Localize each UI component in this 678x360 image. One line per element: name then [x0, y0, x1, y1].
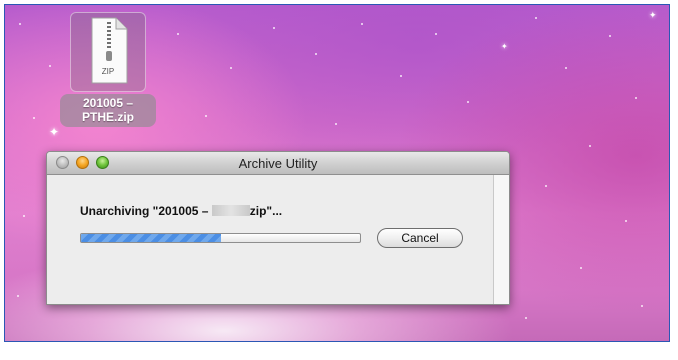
star	[230, 67, 232, 69]
zip-file-name[interactable]: 201005 – PTHE.zip	[60, 94, 156, 127]
sparkle: ✦	[49, 125, 60, 139]
window-side-strip	[493, 175, 509, 304]
star	[205, 115, 207, 117]
desktop: ✦ ✦ ✦ ZIP 201005 – PTHE.zip Archive Util…	[4, 4, 670, 342]
star	[315, 53, 317, 55]
star	[435, 33, 437, 35]
status-suffix: zip"...	[249, 204, 283, 218]
star	[625, 220, 627, 222]
star	[19, 23, 21, 25]
star	[177, 33, 179, 35]
star	[467, 101, 469, 103]
star	[609, 35, 611, 37]
star	[23, 215, 25, 217]
archive-utility-window: Archive Utility Unarchiving "201005 – zi…	[46, 151, 510, 305]
star	[641, 305, 643, 307]
star	[589, 145, 591, 147]
star	[565, 67, 567, 69]
star	[335, 123, 337, 125]
cancel-button[interactable]: Cancel	[377, 228, 463, 248]
star	[580, 267, 582, 269]
sparkle: ✦	[649, 10, 657, 20]
progress-fill	[81, 234, 221, 242]
star	[400, 75, 402, 77]
window-title: Archive Utility	[238, 156, 318, 171]
star	[17, 295, 19, 297]
star	[33, 117, 35, 119]
zip-file-type-label: ZIP	[101, 67, 115, 76]
zip-file-icon[interactable]: ZIP	[70, 12, 146, 92]
window-content: Unarchiving "201005 – zip"... Cancel	[47, 175, 490, 304]
star	[361, 23, 363, 25]
star	[273, 27, 275, 29]
zip-file-icon-graphic	[91, 17, 128, 84]
star	[545, 185, 547, 187]
progress-bar	[80, 233, 361, 243]
star	[49, 65, 51, 67]
star	[535, 17, 537, 19]
star	[635, 97, 637, 99]
star	[525, 317, 527, 319]
status-prefix: Unarchiving "201005 –	[80, 204, 212, 218]
sparkle: ✦	[501, 42, 508, 51]
redacted-filename	[211, 205, 250, 216]
title-bar[interactable]: Archive Utility	[47, 152, 509, 175]
unarchiving-status: Unarchiving "201005 – zip"...	[80, 204, 282, 218]
